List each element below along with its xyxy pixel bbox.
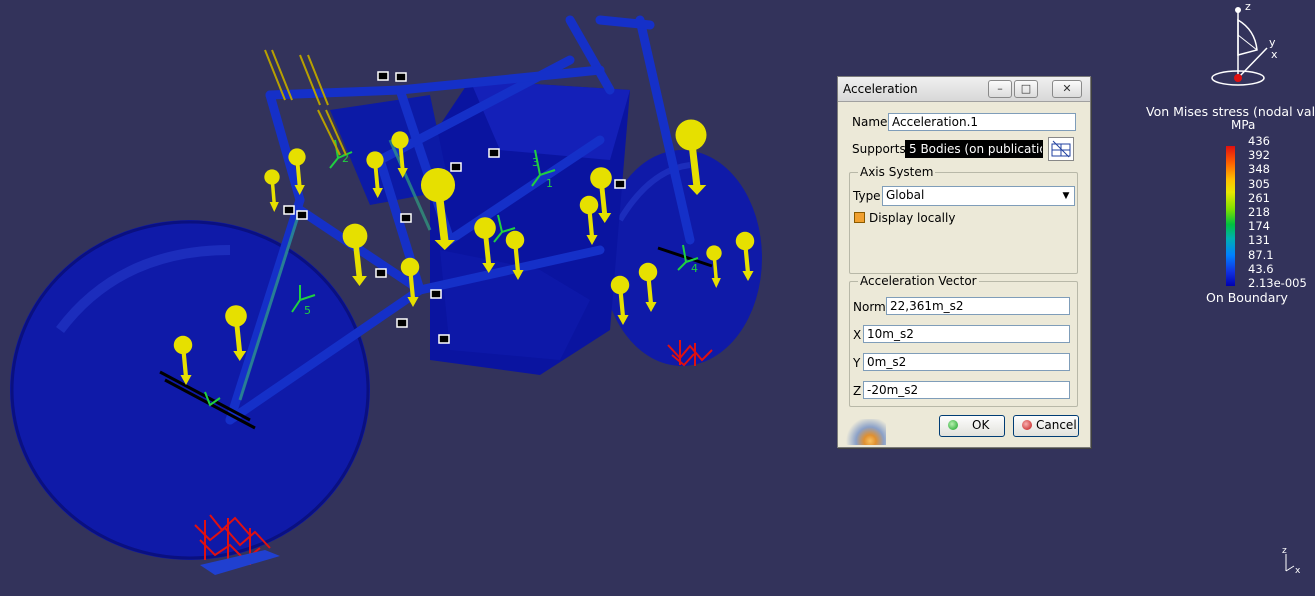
mini-axis-icon: z x xyxy=(1282,546,1301,576)
acceleration-dialog[interactable]: Acceleration – □ ✕ Name Acceleration.1 S… xyxy=(837,76,1091,448)
connection-tag xyxy=(614,179,626,189)
maximize-button[interactable]: □ xyxy=(1014,80,1038,98)
mini-axis-z: z xyxy=(1282,546,1287,556)
marker-label-5: 5 xyxy=(304,304,311,317)
supports-label: Supports xyxy=(852,142,906,156)
legend-value: 218 xyxy=(1248,204,1270,219)
connection-tag xyxy=(296,210,308,220)
marker-label-4: 4 xyxy=(691,262,698,275)
connection-tag xyxy=(488,148,500,158)
ok-icon xyxy=(948,420,958,430)
y-field[interactable]: 0m_s2 xyxy=(863,353,1070,371)
minimize-button[interactable]: – xyxy=(988,80,1012,98)
connection-tag xyxy=(395,72,407,82)
legend-value: 436 xyxy=(1248,134,1270,148)
norm-label: Norm xyxy=(853,300,886,314)
connection-tag xyxy=(375,268,387,278)
compass[interactable]: z y x xyxy=(1205,0,1295,92)
dialog-titlebar[interactable]: Acceleration – □ ✕ xyxy=(838,77,1090,102)
front-wheel[interactable] xyxy=(602,150,762,366)
connection-tag xyxy=(400,213,412,223)
type-dropdown[interactable]: Global xyxy=(882,186,1075,206)
legend-values: 436 392 348 305 261 218 174 131 87.1 43.6 2.13e-00… xyxy=(1248,134,1307,290)
acceleration-vector-title: Acceleration Vector xyxy=(858,274,979,288)
legend-footer: On Boundary xyxy=(1206,290,1288,305)
legend-value: 261 xyxy=(1248,190,1270,205)
z-field[interactable]: -20m_s2 xyxy=(863,381,1070,399)
display-locally-label: Display locally xyxy=(869,211,956,225)
connection-tag xyxy=(450,162,462,172)
connection-tag xyxy=(430,289,442,299)
close-button[interactable]: ✕ xyxy=(1052,80,1082,98)
distributed-load-arrows xyxy=(264,49,347,156)
norm-field[interactable]: 22,361m_s2 xyxy=(886,297,1070,315)
type-label: Type xyxy=(853,189,881,203)
legend-value: 43.6 xyxy=(1248,261,1274,276)
supports-selector-icon[interactable] xyxy=(1048,137,1074,161)
catia-logo xyxy=(840,419,886,445)
x-field[interactable]: 10m_s2 xyxy=(863,325,1070,343)
legend-value: 305 xyxy=(1248,176,1270,191)
x-label: X xyxy=(853,328,862,342)
legend-unit: MPa xyxy=(1231,118,1256,132)
mini-axis-x: x xyxy=(1295,566,1301,576)
cancel-icon xyxy=(1022,420,1032,430)
legend-value: 348 xyxy=(1248,162,1270,177)
marker-label-1: 1 xyxy=(546,177,553,190)
ok-button[interactable]: OK xyxy=(939,415,1005,437)
legend-value: 174 xyxy=(1248,219,1270,234)
axis-system-title: Axis System xyxy=(858,165,936,179)
dialog-title: Acceleration xyxy=(843,82,918,96)
rear-wheel[interactable] xyxy=(10,220,370,560)
legend-value: 131 xyxy=(1248,233,1270,248)
compass-x-label: x xyxy=(1271,48,1278,61)
connection-tag xyxy=(438,334,450,344)
compass-z-label: z xyxy=(1245,0,1251,13)
supports-field[interactable]: 5 Bodies (on publication) xyxy=(905,140,1043,158)
chevron-down-icon[interactable]: ▼ xyxy=(1059,188,1073,204)
cancel-button[interactable]: Cancel xyxy=(1013,415,1079,437)
3d-viewport[interactable]: 1 2 3 4 5 xyxy=(0,0,1315,596)
y-label: Y xyxy=(853,356,861,370)
z-label: Z xyxy=(853,384,862,398)
connection-tag xyxy=(396,318,408,328)
display-locally-checkbox[interactable] xyxy=(854,212,865,223)
legend-title: Von Mises stress (nodal valu xyxy=(1146,104,1315,119)
name-field[interactable]: Acceleration.1 xyxy=(888,113,1076,131)
connection-tag xyxy=(283,205,295,215)
legend-value: 87.1 xyxy=(1248,247,1274,262)
acceleration-arrow xyxy=(264,169,280,212)
marker-label-3: 3 xyxy=(532,156,539,169)
legend-color-bar xyxy=(1226,146,1235,286)
legend-value: 2.13e-005 xyxy=(1248,275,1307,290)
legend-value: 392 xyxy=(1248,148,1270,163)
connection-tag xyxy=(377,71,389,81)
name-label: Name xyxy=(852,115,888,129)
